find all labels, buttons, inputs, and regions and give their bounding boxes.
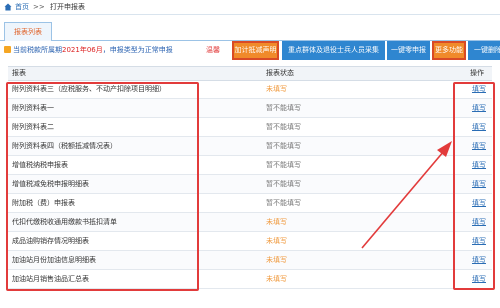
breadcrumb-current: 打开申报表 <box>50 3 85 11</box>
period-notice: 当前税款所属期2021年06月，申报类型为正常申报 <box>13 45 173 55</box>
report-status: 未填写 <box>266 85 287 93</box>
notice-type: 正常申报 <box>144 46 173 54</box>
report-status: 未填写 <box>266 275 287 283</box>
report-status: 暂不能填写 <box>266 161 301 169</box>
home-icon[interactable] <box>4 3 12 11</box>
header-action: 操作 <box>470 69 484 77</box>
report-status: 未填写 <box>266 256 287 264</box>
notice-period: 2021年06月 <box>62 46 103 54</box>
tab-strip: 报表列表 <box>0 18 500 41</box>
one-click-zero-filing-button[interactable]: 一键零申报 <box>387 41 430 60</box>
key-groups-veterans-collection-button[interactable]: 重点群体及退役士兵人员采集 <box>282 41 385 60</box>
report-status: 暂不能填写 <box>266 123 301 131</box>
header-status: 报表状态 <box>266 69 294 77</box>
report-status: 暂不能填写 <box>266 180 301 188</box>
report-status: 暂不能填写 <box>266 104 301 112</box>
report-status: 未填写 <box>266 218 287 226</box>
more-functions-button[interactable]: 更多功能 <box>432 41 466 60</box>
tip-label[interactable]: 温馨 <box>206 45 220 55</box>
notice-icon <box>4 46 11 53</box>
annotation-box-report-names <box>6 82 199 291</box>
table-header: 报表 报表状态 操作 <box>8 66 492 81</box>
breadcrumb-separator: >> <box>33 3 45 11</box>
header-report: 报表 <box>12 69 26 77</box>
annotation-box-fill-links <box>453 82 495 290</box>
one-click-delete-button[interactable]: 一键删除 <box>468 41 500 60</box>
report-status: 未填写 <box>266 237 287 245</box>
breadcrumb-home-link[interactable]: 首页 <box>15 0 29 14</box>
breadcrumb-bar: 首页 >> 打开申报表 <box>0 0 500 15</box>
notice-middle: ，申报类型为 <box>102 46 145 54</box>
additional-deduction-declaration-button[interactable]: 加计抵减声明 <box>232 41 279 60</box>
report-status: 暂不能填写 <box>266 142 301 150</box>
toolbar: 当前税款所属期2021年06月，申报类型为正常申报 温馨 加计抵减声明 重点群体… <box>0 40 500 60</box>
report-status: 暂不能填写 <box>266 199 301 207</box>
tab-report-list[interactable]: 报表列表 <box>4 22 52 41</box>
notice-prefix: 当前税款所属期 <box>13 46 62 54</box>
